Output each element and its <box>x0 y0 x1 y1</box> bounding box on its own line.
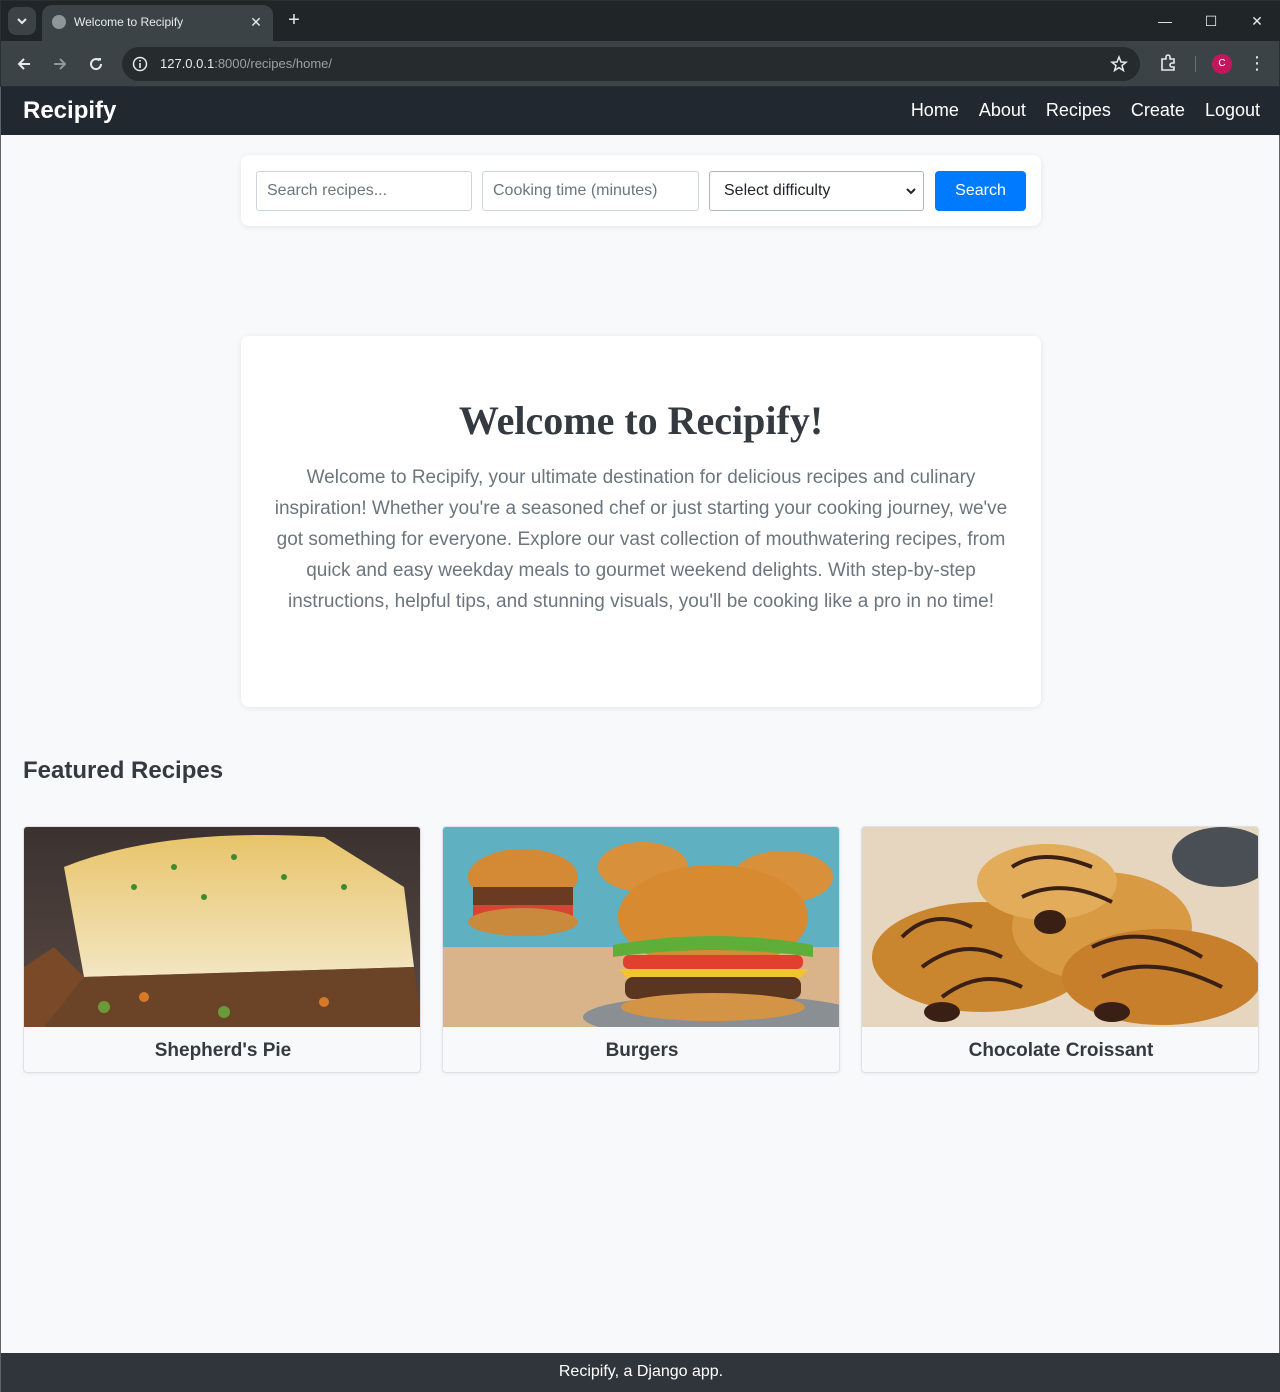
recipe-card[interactable]: Chocolate Croissant <box>861 826 1259 1073</box>
difficulty-select[interactable]: Select difficulty <box>709 171 924 211</box>
cooking-time-input[interactable] <box>482 171 699 211</box>
more-options-icon[interactable]: ⋮ <box>1247 53 1267 75</box>
url-path: :8000/recipes/home/ <box>214 56 333 71</box>
welcome-card: Welcome to Recipify! Welcome to Recipify… <box>241 336 1041 707</box>
forward-icon[interactable] <box>47 51 73 77</box>
recipe-image-burgers[interactable] <box>443 827 839 1027</box>
maximize-icon[interactable]: ☐ <box>1198 9 1224 33</box>
url-text: 127.0.0.1:8000/recipes/home/ <box>160 56 332 71</box>
new-tab-button[interactable]: + <box>283 9 305 33</box>
brand-logo[interactable]: Recipify <box>23 97 116 125</box>
welcome-title: Welcome to Recipify! <box>458 398 824 443</box>
recipe-name[interactable]: Burgers <box>443 1040 839 1062</box>
difficulty-selected-value: Select difficulty <box>724 182 831 199</box>
welcome-text: Welcome to Recipify, your ultimate desti… <box>274 467 1008 612</box>
recipe-image-chocolate-croissant[interactable] <box>862 827 1258 1027</box>
toolbar-divider <box>1195 56 1196 72</box>
close-icon[interactable]: ✕ <box>247 13 265 31</box>
recipe-name[interactable]: Chocolate Croissant <box>862 1040 1258 1062</box>
minimize-icon[interactable]: — <box>1152 9 1178 33</box>
tab-title: Welcome to Recipify <box>74 15 184 29</box>
search-form: Select difficulty Search <box>241 155 1041 226</box>
nav-about-link[interactable]: About <box>979 100 1026 121</box>
site-info-icon[interactable] <box>131 55 149 73</box>
nav-logout-link[interactable]: Logout <box>1205 100 1260 121</box>
window-close-icon[interactable]: ✕ <box>1244 9 1270 33</box>
globe-icon <box>52 15 66 29</box>
search-input[interactable] <box>256 171 472 211</box>
tab-search-button[interactable] <box>8 7 36 35</box>
page-viewport: Recipify Home About Recipes Create Logou… <box>0 87 1280 1392</box>
recipe-card[interactable]: Burgers <box>442 826 840 1073</box>
nav-create-link[interactable]: Create <box>1131 100 1185 121</box>
url-host: 127.0.0.1 <box>160 56 215 71</box>
nav-links: Home About Recipes Create Logout <box>911 100 1260 121</box>
nav-home-link[interactable]: Home <box>911 100 959 121</box>
recipe-card[interactable]: Shepherd's Pie <box>23 826 421 1073</box>
profile-avatar[interactable]: C <box>1212 54 1232 74</box>
extensions-puzzle-icon[interactable] <box>1158 53 1178 73</box>
featured-recipes-heading: Featured Recipes <box>23 757 224 784</box>
reload-icon[interactable] <box>83 51 109 77</box>
browser-window-chrome: Welcome to Recipify ✕ + — ☐ ✕ 127.0.0.1:… <box>0 0 1280 87</box>
browser-toolbar: 127.0.0.1:8000/recipes/home/ C ⋮ <box>1 41 1280 87</box>
site-footer: Recipify, a Django app. <box>1 1353 1280 1392</box>
chevron-down-icon <box>906 188 916 195</box>
footer-text: Recipify, a Django app. <box>558 1363 724 1380</box>
chevron-down-icon <box>17 18 27 25</box>
address-bar[interactable]: 127.0.0.1:8000/recipes/home/ <box>122 47 1140 81</box>
search-button[interactable]: Search <box>935 171 1026 211</box>
browser-tab-active[interactable]: Welcome to Recipify ✕ <box>42 5 273 41</box>
nav-recipes-link[interactable]: Recipes <box>1046 100 1111 121</box>
bookmark-star-icon[interactable] <box>1110 54 1128 73</box>
back-icon[interactable] <box>11 51 37 77</box>
tab-strip: Welcome to Recipify ✕ + — ☐ ✕ <box>1 1 1280 41</box>
recipe-name[interactable]: Shepherd's Pie <box>24 1040 420 1062</box>
recipe-image-shepherds-pie[interactable] <box>24 827 420 1027</box>
site-navbar: Recipify Home About Recipes Create Logou… <box>1 87 1280 135</box>
